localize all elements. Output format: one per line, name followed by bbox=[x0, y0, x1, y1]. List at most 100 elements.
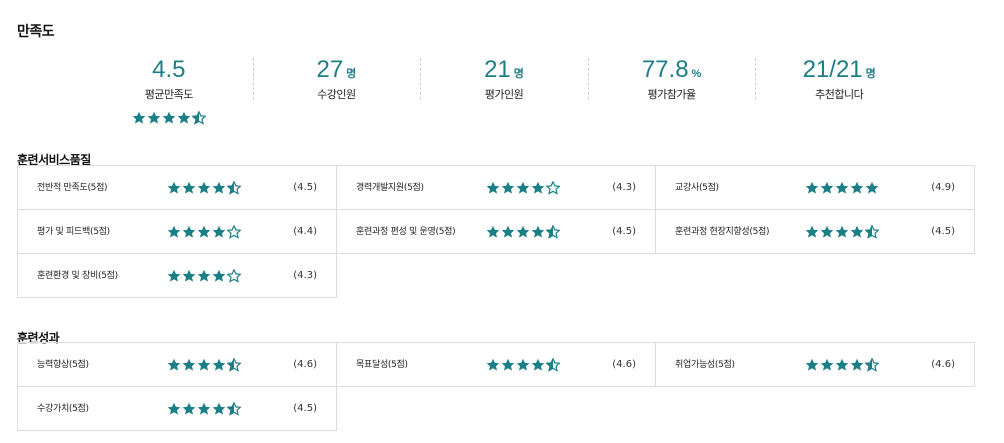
star-icon bbox=[805, 225, 819, 238]
rating-label: 훈련과정 현장지향성(5점) bbox=[675, 226, 770, 237]
rating-score: (4.3) bbox=[612, 182, 636, 193]
empty-star-icon bbox=[227, 268, 241, 283]
empty-star-icon bbox=[546, 180, 560, 195]
star-icon bbox=[805, 181, 819, 194]
stat-number: 77.8 bbox=[641, 56, 689, 83]
star-icon bbox=[865, 181, 879, 194]
empty-star-icon bbox=[227, 224, 241, 239]
rating-stars bbox=[805, 224, 879, 239]
stat-label: 수강인원 bbox=[317, 88, 356, 101]
rating-stars bbox=[486, 357, 560, 372]
star-icon bbox=[212, 402, 226, 415]
rating-label: 훈련과정 편성 및 운영(5점) bbox=[356, 226, 456, 237]
star-icon bbox=[212, 181, 226, 194]
star-icon bbox=[531, 225, 545, 238]
rating-label: 평가 및 피드백(5점) bbox=[37, 226, 110, 237]
star-icon bbox=[182, 181, 196, 194]
stat-number: 21 bbox=[484, 56, 511, 83]
star-icon bbox=[162, 111, 176, 124]
rating-score: (4.5) bbox=[612, 226, 636, 237]
star-icon bbox=[182, 402, 196, 415]
rating-cell: 경력개발지원(5점) (4.3) bbox=[336, 165, 656, 210]
star-icon bbox=[850, 225, 864, 238]
star-icon bbox=[182, 225, 196, 238]
star-icon bbox=[182, 358, 196, 371]
star-icon bbox=[501, 225, 515, 238]
stat-unit: % bbox=[691, 68, 702, 80]
star-icon bbox=[835, 225, 849, 238]
star-icon bbox=[197, 181, 211, 194]
summary-stat: 21 명평가인원 bbox=[420, 56, 588, 128]
stat-unit: 명 bbox=[346, 68, 357, 80]
stat-label: 평균만족도 bbox=[144, 88, 194, 101]
summary-stats: 4.5 평균만족도 27 명 수강인원 21 명 평가인원 77.8% 평가참가율 21/21 명 추천… bbox=[85, 56, 923, 128]
rating-label: 취업가능성(5점) bbox=[675, 359, 735, 370]
star-icon bbox=[167, 181, 181, 194]
summary-stat: 21/21 명 추천합니다 bbox=[755, 56, 923, 128]
half-star-icon bbox=[227, 401, 241, 416]
rating-score: (4.6) bbox=[293, 359, 317, 370]
rating-score: (4.5) bbox=[293, 182, 317, 193]
rating-label: 목표달성(5점) bbox=[356, 359, 408, 370]
rating-score: (4.6) bbox=[931, 359, 955, 370]
star-icon bbox=[516, 181, 530, 194]
training-outcome-grid: 능력향상(5점) (4.6) 목표달성(5점) (4.6) 취업가능성(5점) (4.6)… bbox=[17, 342, 975, 431]
rating-score: (4.6) bbox=[612, 359, 636, 370]
rating-label: 전반적 만족도(5점) bbox=[37, 182, 108, 193]
half-star-icon bbox=[546, 357, 560, 372]
star-icon bbox=[132, 111, 146, 124]
star-icon bbox=[835, 181, 849, 194]
star-icon bbox=[531, 181, 545, 194]
half-star-icon bbox=[227, 180, 241, 195]
half-star-icon bbox=[865, 357, 879, 372]
rating-stars bbox=[805, 357, 879, 372]
star-icon bbox=[197, 269, 211, 282]
summary-stat: 27 명수강인원 bbox=[252, 56, 421, 128]
half-star-icon bbox=[546, 224, 560, 239]
star-icon bbox=[167, 402, 181, 415]
rating-score: (4.3) bbox=[293, 270, 317, 281]
star-icon bbox=[805, 358, 819, 371]
rating-stars bbox=[486, 224, 560, 239]
star-icon bbox=[197, 225, 211, 238]
rating-label: 교강사(5점) bbox=[675, 182, 719, 193]
half-star-icon bbox=[191, 111, 206, 125]
stat-value: 27 명 bbox=[253, 56, 421, 84]
half-star-icon bbox=[227, 357, 241, 372]
star-icon bbox=[516, 225, 530, 238]
rating-stars bbox=[167, 224, 241, 239]
stat-number: 4.5 bbox=[152, 56, 186, 83]
rating-label: 경력개발지원(5점) bbox=[356, 182, 424, 193]
star-icon bbox=[212, 358, 226, 371]
summary-stat: 4.5 평균만족도 bbox=[85, 56, 253, 128]
stat-label: 추천합니다 bbox=[815, 88, 864, 101]
stat-value: 21 명 bbox=[420, 56, 588, 84]
stat-number: 27 bbox=[316, 56, 344, 83]
stat-number: 21/21 bbox=[802, 56, 863, 83]
rating-cell: 목표달성(5점) (4.6) bbox=[336, 342, 656, 387]
rating-stars bbox=[167, 268, 241, 283]
star-icon bbox=[212, 225, 226, 238]
rating-cell: 전반적 만족도(5점) (4.5) bbox=[17, 165, 337, 210]
page-title: 만족도 bbox=[17, 24, 55, 40]
star-icon bbox=[850, 181, 864, 194]
star-icon bbox=[486, 181, 500, 194]
rating-cell: 훈련과정 편성 및 운영(5점) (4.5) bbox=[336, 209, 656, 254]
star-icon bbox=[835, 358, 849, 371]
summary-stat: 77.8% 평가참가율 bbox=[587, 56, 756, 128]
rating-label: 능력향상(5점) bbox=[37, 359, 89, 370]
star-icon bbox=[177, 111, 191, 124]
rating-stars bbox=[167, 180, 241, 195]
rating-label: 수강가치(5점) bbox=[37, 403, 89, 414]
star-icon bbox=[197, 402, 211, 415]
rating-stars bbox=[167, 357, 241, 372]
star-icon bbox=[820, 358, 834, 371]
star-icon bbox=[850, 358, 864, 371]
rating-score: (4.4) bbox=[293, 226, 317, 237]
service-quality-grid: 전반적 만족도(5점) (4.5) 경력개발지원(5점) (4.3) 교강사(5점) (4… bbox=[17, 165, 975, 298]
rating-cell: 교강사(5점) (4.9) bbox=[655, 165, 975, 210]
star-icon bbox=[167, 358, 181, 371]
stat-label: 평가인원 bbox=[484, 88, 524, 101]
stat-value: 77.8% bbox=[588, 56, 756, 84]
rating-cell: 수강가치(5점) (4.5) bbox=[17, 386, 337, 431]
